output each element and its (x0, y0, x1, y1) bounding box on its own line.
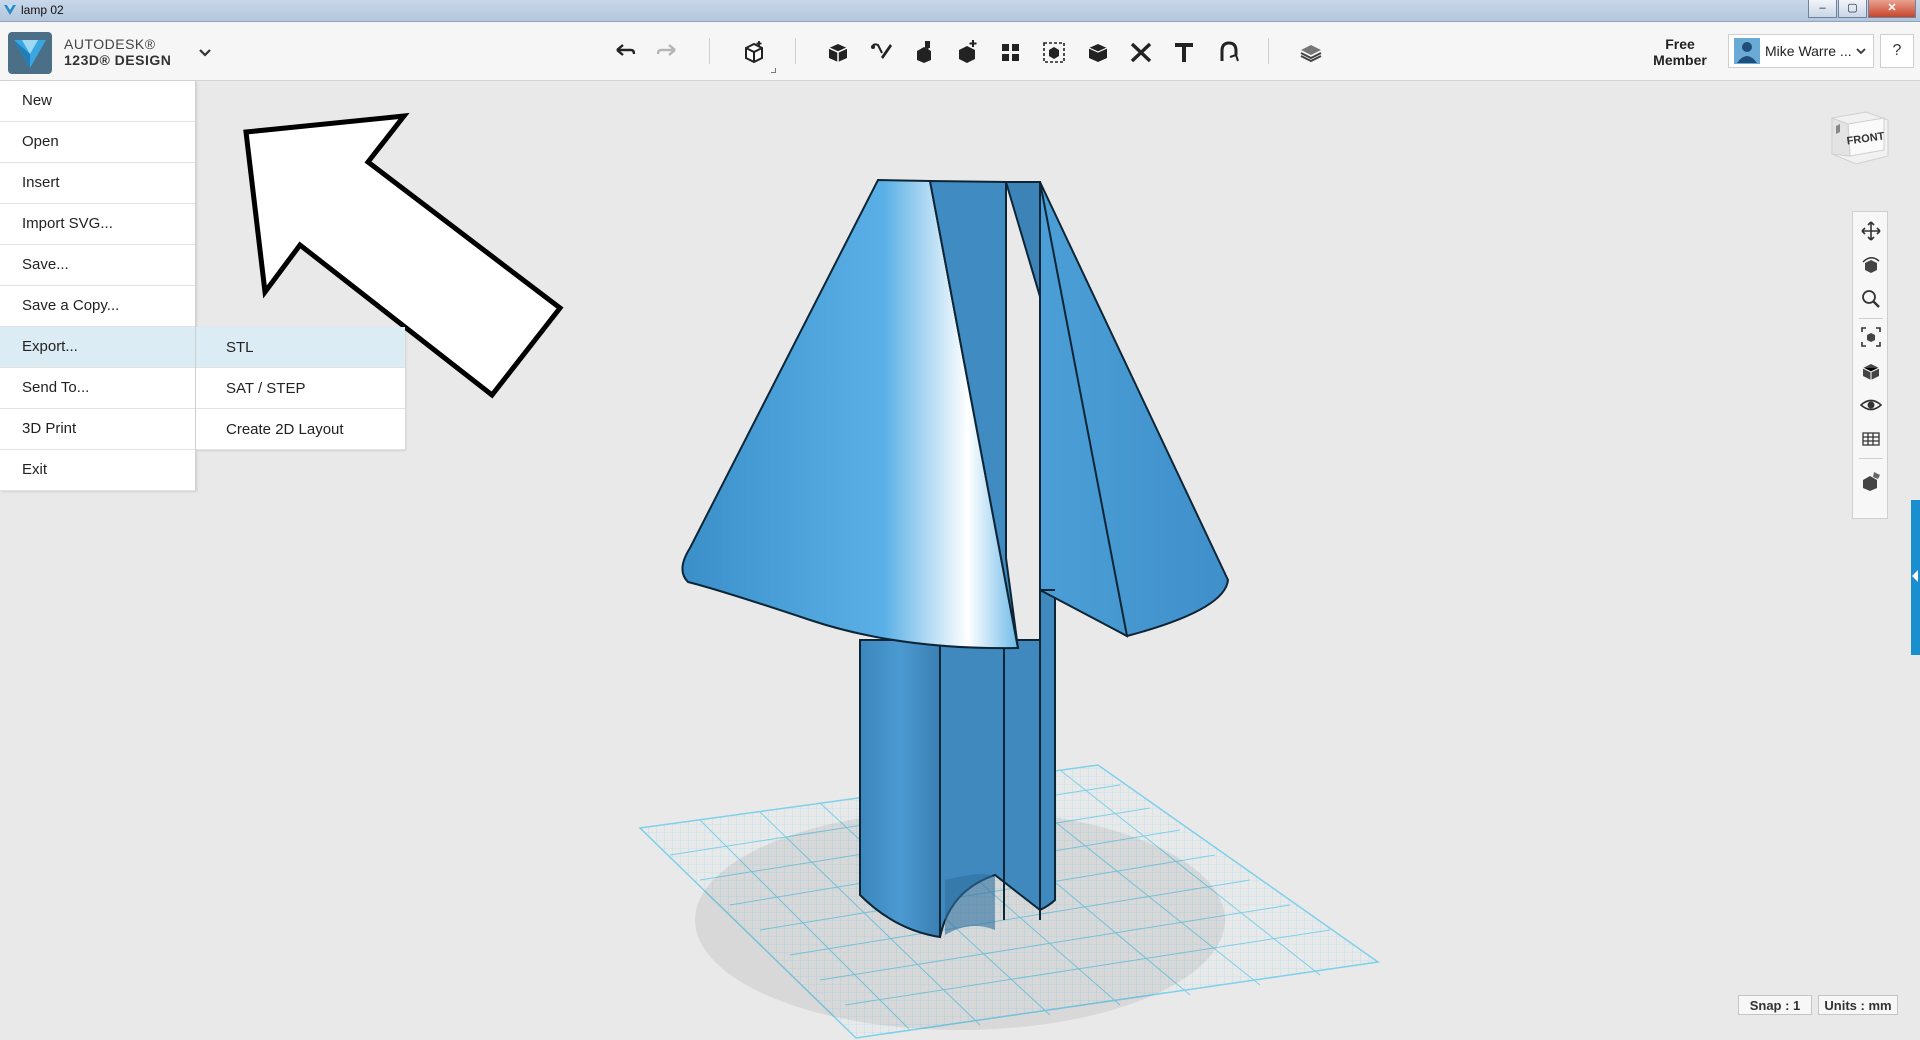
redo-button[interactable] (651, 36, 683, 68)
avatar (1734, 38, 1760, 64)
menu-item-exit[interactable]: Exit (0, 450, 195, 491)
snap-button[interactable] (1211, 36, 1243, 68)
app-icon (4, 5, 16, 15)
main-toolbar: AUTODESK® 123D® DESIGN Free Member Mike … (0, 22, 1920, 81)
chevron-left-icon (1912, 570, 1918, 582)
primitives-button[interactable] (738, 36, 770, 68)
primitives-icon (745, 41, 763, 64)
menu-item-send-to[interactable]: Send To... (0, 368, 195, 409)
dropdown-indicator (771, 68, 776, 73)
material-paint-button[interactable] (1858, 468, 1884, 494)
user-account-dropdown[interactable]: Mike Warre ... (1728, 34, 1874, 68)
material-icon (1300, 45, 1322, 63)
orbit-button[interactable] (1858, 252, 1884, 278)
undo-button[interactable] (609, 36, 641, 68)
text-button[interactable] (1168, 36, 1200, 68)
zoom-icon (1862, 290, 1880, 308)
pan-button[interactable] (1858, 218, 1884, 244)
group-button[interactable] (1038, 36, 1070, 68)
group-icon (1043, 42, 1065, 63)
brand-autodesk: AUTODESK® (64, 36, 156, 52)
measure-icon (1130, 42, 1152, 63)
visibility-button[interactable] (1858, 392, 1884, 418)
toolbar-separator (709, 38, 710, 64)
export-submenu: STL SAT / STEP Create 2D Layout (196, 327, 405, 450)
maximize-button[interactable]: ▢ (1838, 0, 1867, 18)
toolbar-separator (1268, 38, 1269, 64)
submenu-item-sat-step[interactable]: SAT / STEP (196, 368, 405, 409)
material-paint-icon (1863, 472, 1880, 491)
grid-view-icon (1862, 432, 1880, 446)
visibility-icon (1860, 399, 1882, 411)
minimize-button[interactable]: – (1808, 0, 1837, 18)
box-button[interactable] (822, 36, 854, 68)
scene-canvas[interactable] (0, 81, 1920, 1040)
pattern-button[interactable] (995, 36, 1027, 68)
text-icon (1175, 43, 1193, 62)
sketch-button[interactable] (865, 36, 897, 68)
membership-label: Free Member (1653, 36, 1707, 68)
brand-product: 123D® DESIGN (64, 52, 172, 68)
grid-view-button[interactable] (1858, 426, 1884, 452)
nav-separator (1859, 458, 1883, 459)
pattern-icon (1002, 44, 1019, 61)
view-cube[interactable]: FRONT (1826, 106, 1894, 172)
box-icon (828, 44, 848, 62)
combine-button[interactable] (1082, 36, 1114, 68)
app-logo[interactable] (8, 32, 52, 74)
menu-item-save-copy[interactable]: Save a Copy... (0, 286, 195, 327)
view-material-button[interactable] (1858, 358, 1884, 384)
menu-item-import-svg[interactable]: Import SVG... (0, 204, 195, 245)
combine-icon (1088, 44, 1108, 62)
modify-icon (959, 40, 977, 63)
snap-icon (1220, 41, 1239, 62)
menu-item-insert[interactable]: Insert (0, 163, 195, 204)
lamp-shade (681, 178, 1230, 650)
side-panel-tab[interactable] (1911, 500, 1920, 655)
user-name: Mike Warre ... (1765, 43, 1852, 59)
fit-icon (1861, 327, 1881, 347)
window-title: lamp 02 (21, 3, 64, 17)
fit-button[interactable] (1858, 324, 1884, 350)
construct-icon (917, 41, 931, 63)
3d-viewport[interactable] (0, 81, 1920, 1040)
sketch-icon (871, 43, 892, 59)
menu-item-3d-print[interactable]: 3D Print (0, 409, 195, 450)
material-button[interactable] (1295, 36, 1327, 68)
toolbar-separator (795, 38, 796, 64)
redo-icon (656, 44, 676, 56)
window-controls: – ▢ ✕ (1808, 0, 1916, 18)
measure-button[interactable] (1125, 36, 1157, 68)
orbit-icon (1862, 257, 1880, 273)
title-bar: lamp 02 – ▢ ✕ (0, 0, 1920, 22)
modify-button[interactable] (952, 36, 984, 68)
construct-button[interactable] (908, 36, 940, 68)
nav-separator (1859, 318, 1883, 319)
close-button[interactable]: ✕ (1868, 0, 1916, 18)
file-menu: New Open Insert Import SVG... Save... Sa… (0, 81, 196, 491)
navigation-bar (1852, 211, 1888, 519)
zoom-button[interactable] (1858, 286, 1884, 312)
submenu-item-stl[interactable]: STL (196, 327, 405, 368)
menu-item-open[interactable]: Open (0, 122, 195, 163)
menu-item-save[interactable]: Save... (0, 245, 195, 286)
pan-icon (1861, 221, 1881, 241)
chevron-down-icon[interactable] (196, 46, 214, 60)
menu-item-export[interactable]: Export... (0, 327, 195, 368)
menu-item-new[interactable]: New (0, 81, 195, 122)
chevron-down-icon (1856, 48, 1866, 55)
units-setting[interactable]: Units : mm (1818, 995, 1898, 1015)
submenu-item-2d-layout[interactable]: Create 2D Layout (196, 409, 405, 450)
undo-icon (616, 44, 636, 56)
snap-setting[interactable]: Snap : 1 (1738, 995, 1812, 1015)
view-material-icon (1862, 364, 1880, 380)
help-button[interactable]: ? (1880, 34, 1914, 68)
